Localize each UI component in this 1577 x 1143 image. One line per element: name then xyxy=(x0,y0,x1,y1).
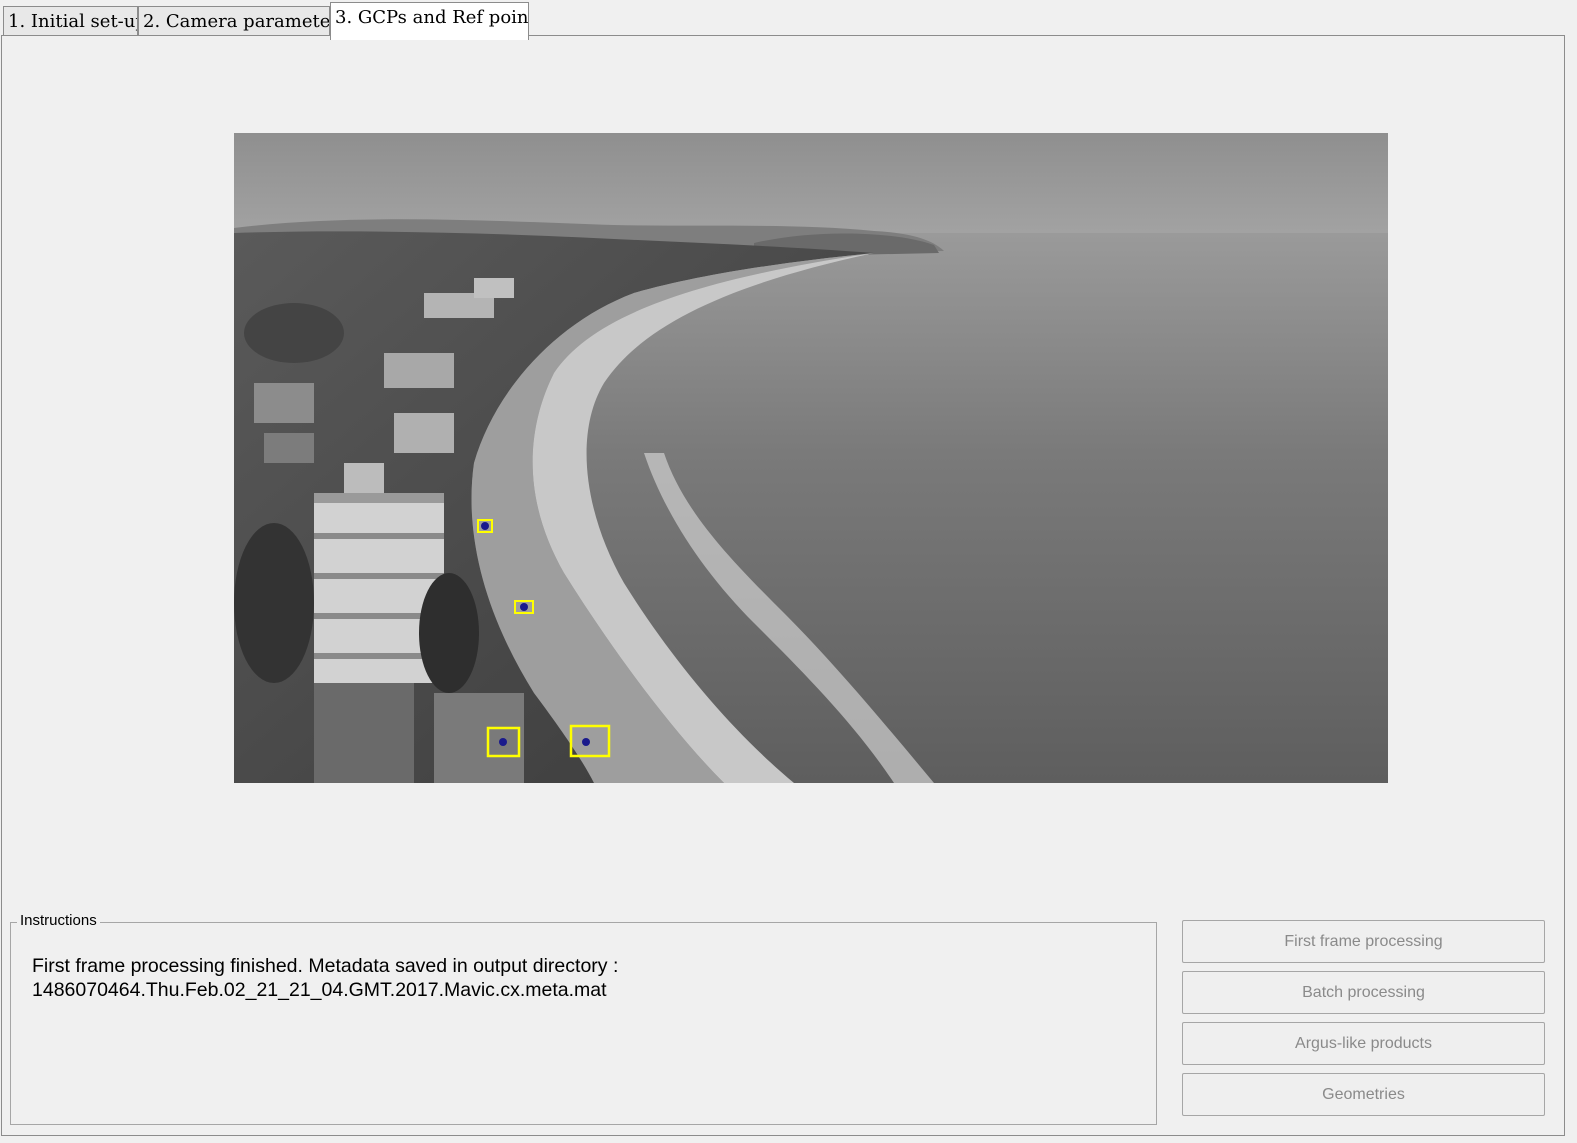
instructions-title: Instructions xyxy=(17,912,100,929)
batch-processing-button[interactable]: Batch processing xyxy=(1182,971,1545,1014)
instructions-line-1: First frame processing finished. Metadat… xyxy=(32,955,619,977)
camera-image[interactable] xyxy=(234,133,1388,783)
tab-bar: 1. Initial set-up 2. Camera parameters 3… xyxy=(0,0,1577,40)
instructions-panel: Instructions First frame processing fini… xyxy=(10,912,1157,1125)
instructions-line-2: 1486070464.Thu.Feb.02_21_21_04.GMT.2017.… xyxy=(32,979,607,1001)
tab-initial-setup[interactable]: 1. Initial set-up xyxy=(3,6,138,36)
tab-camera-parameters[interactable]: 2. Camera parameters xyxy=(138,6,330,36)
tab-gcps-ref-points[interactable]: 3. GCPs and Ref points xyxy=(330,2,529,40)
instructions-text: First frame processing finished. Metadat… xyxy=(32,954,1132,1002)
first-frame-processing-button[interactable]: First frame processing xyxy=(1182,920,1545,963)
argus-like-products-button[interactable]: Argus-like products xyxy=(1182,1022,1545,1065)
geometries-button[interactable]: Geometries xyxy=(1182,1073,1545,1116)
